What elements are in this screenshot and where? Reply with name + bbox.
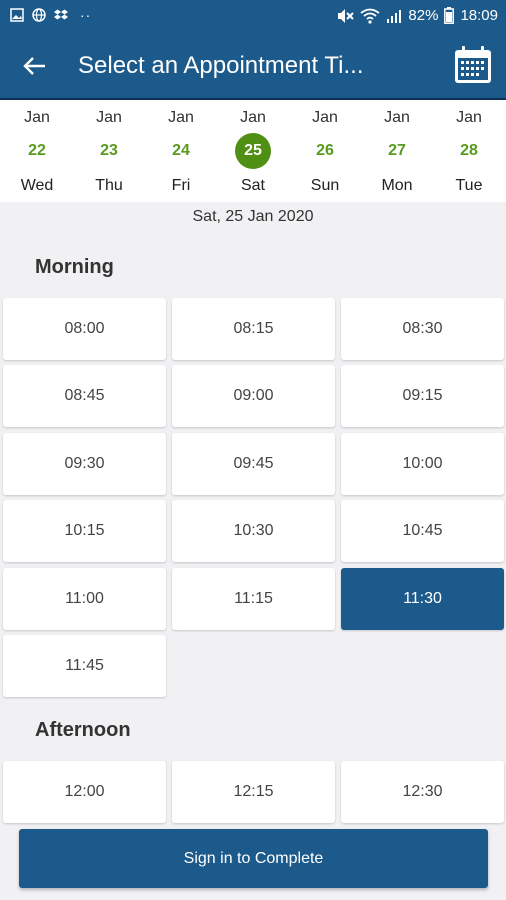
day-number: 28: [460, 142, 478, 159]
more-notifications-indicator: ··: [80, 7, 92, 23]
selected-date-label: Sat, 25 Jan 2020: [192, 208, 314, 225]
morning-section-title: Morning: [35, 256, 114, 278]
day-weekday: Tue: [455, 177, 483, 194]
day-fri-24[interactable]: Jan 24 Fri: [145, 100, 217, 200]
calendar-icon[interactable]: [452, 44, 494, 86]
day-weekday: Wed: [20, 177, 54, 194]
mute-icon: [338, 8, 355, 23]
day-month: Jan: [456, 109, 482, 126]
time-slot[interactable]: 09:00: [172, 365, 335, 427]
day-weekday: Fri: [171, 177, 191, 194]
time-slot[interactable]: 12:15: [172, 761, 335, 823]
battery-icon: [444, 7, 455, 24]
page-title: Select an Appointment Ti...: [78, 52, 364, 79]
time-slot[interactable]: 10:00: [341, 433, 504, 495]
day-month: Jan: [384, 109, 410, 126]
day-weekday: Sat: [240, 177, 265, 194]
wifi-icon: [360, 8, 380, 24]
globe-notification-icon: [32, 8, 46, 22]
image-notification-icon: [10, 8, 24, 22]
day-number: 23: [100, 142, 118, 159]
day-month: Jan: [312, 109, 338, 126]
day-number: 26: [316, 142, 334, 159]
day-number: 27: [388, 142, 406, 159]
sign-in-to-complete-button[interactable]: Sign in to Complete: [19, 829, 488, 888]
time-slot[interactable]: 11:45: [3, 635, 166, 697]
day-sun-26[interactable]: Jan 26 Sun: [289, 100, 361, 200]
dropbox-notification-icon: [54, 9, 68, 20]
time-slot[interactable]: 09:45: [172, 433, 335, 495]
day-month: Jan: [168, 109, 194, 126]
time-slot[interactable]: 12:00: [3, 761, 166, 823]
day-number: 22: [28, 142, 46, 159]
day-weekday: Mon: [381, 177, 413, 194]
time-slot[interactable]: 09:15: [341, 365, 504, 427]
time-slot[interactable]: 10:45: [341, 500, 504, 562]
battery-percent: 82%: [408, 7, 439, 24]
time-slot[interactable]: 10:30: [172, 500, 335, 562]
day-month: Jan: [96, 109, 122, 126]
selected-day-number: 25: [235, 133, 271, 169]
day-wed-22[interactable]: Jan 22 Wed: [1, 100, 73, 200]
day-weekday: Thu: [95, 177, 123, 194]
signal-icon: [387, 9, 402, 23]
day-number: 24: [172, 142, 190, 159]
time-slot[interactable]: 10:15: [3, 500, 166, 562]
day-month: Jan: [240, 109, 266, 126]
time-slot-selected[interactable]: 11:30: [341, 568, 504, 630]
time-slot[interactable]: 08:30: [341, 298, 504, 360]
time-slot[interactable]: 08:45: [3, 365, 166, 427]
day-thu-23[interactable]: Jan 23 Thu: [73, 100, 145, 200]
day-month: Jan: [24, 109, 50, 126]
date-strip: Jan 22 Wed Jan 23 Thu Jan 24 Fri Jan 25 …: [0, 98, 506, 202]
day-tue-28[interactable]: Jan 28 Tue: [433, 100, 505, 200]
afternoon-section-title: Afternoon: [35, 719, 131, 741]
time-slot[interactable]: 08:00: [3, 298, 166, 360]
app-bar: Select an Appointment Ti...: [0, 34, 506, 98]
time-slot[interactable]: 08:15: [172, 298, 335, 360]
day-weekday: Sun: [310, 177, 340, 194]
day-sat-25-selected[interactable]: Jan 25 Sat: [217, 100, 289, 200]
time-slot[interactable]: 11:00: [3, 568, 166, 630]
time-slot[interactable]: 09:30: [3, 433, 166, 495]
status-bar: ·· 82% 18:09: [0, 0, 506, 34]
back-arrow-icon[interactable]: [18, 50, 50, 82]
time-slot[interactable]: 12:30: [341, 761, 504, 823]
clock: 18:09: [460, 7, 498, 24]
time-slot[interactable]: 11:15: [172, 568, 335, 630]
day-mon-27[interactable]: Jan 27 Mon: [361, 100, 433, 200]
